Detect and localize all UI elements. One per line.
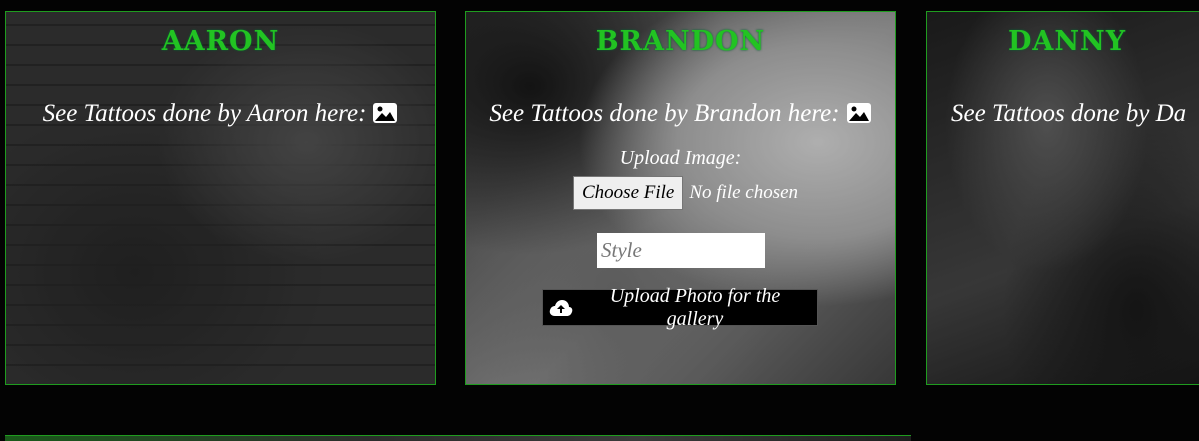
style-input[interactable] <box>597 233 765 268</box>
upload-button-label: Upload Photo for the gallery <box>609 284 781 330</box>
gallery-link-brandon[interactable]: See Tattoos done by Brandon here: <box>466 100 895 128</box>
image-icon[interactable] <box>372 102 398 124</box>
gallery-link-aaron[interactable]: See Tattoos done by Aaron here: <box>6 100 435 128</box>
artist-card-aaron: AARON See Tattoos done by Aaron here: <box>5 11 436 385</box>
cloud-upload-icon <box>549 299 573 316</box>
artist-name: AARON <box>161 26 280 57</box>
artist-card-brandon: BRANDON See Tattoos done by Brandon here… <box>465 11 896 385</box>
gallery-link-text: See Tattoos done by Brandon here: <box>489 100 840 127</box>
gallery-link-text: See Tattoos done by Da <box>951 100 1187 127</box>
choose-file-button[interactable]: Choose File <box>573 176 684 210</box>
image-icon[interactable] <box>846 102 872 124</box>
upload-image-label: Upload Image: <box>619 147 742 169</box>
upload-photo-button[interactable]: Upload Photo for the gallery <box>542 285 818 330</box>
next-row-card-edge <box>5 435 911 441</box>
artist-card-danny: DANNY See Tattoos done by Da <box>926 11 1199 385</box>
artist-name: DANNY <box>1008 26 1126 57</box>
artist-name: BRANDON <box>595 26 766 57</box>
gallery-link-danny[interactable]: See Tattoos done by Da <box>951 100 1186 128</box>
file-input[interactable]: Choose File No file chosen <box>573 176 798 210</box>
gallery-link-text: See Tattoos done by Aaron here: <box>42 100 367 127</box>
file-status: No file chosen <box>689 182 799 203</box>
